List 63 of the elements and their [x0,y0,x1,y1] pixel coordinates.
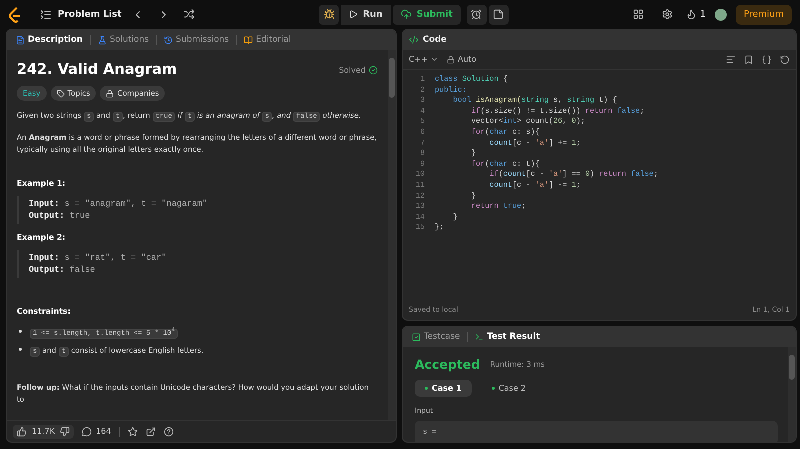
lock-icon [106,90,114,98]
case-tab[interactable]: Case 1 [415,380,472,397]
bookmark-icon[interactable] [744,54,754,64]
streak-count: 1 [700,10,706,20]
panel-tab[interactable]: Editorial [241,35,294,45]
flame-icon [686,9,698,20]
panel-tab[interactable]: Solutions [94,35,152,45]
star-icon[interactable] [128,426,138,436]
solved-label: Solved [339,66,366,74]
comment-icon [82,426,92,436]
example-input-text: Input: s = "anagram", t = "nagaram" [29,198,208,210]
comment-count: 164 [96,427,112,436]
reset-icon[interactable] [780,54,790,64]
braces-icon[interactable] [762,54,772,64]
language-select[interactable]: C++ [409,55,428,64]
result-tab[interactable]: Testcase [409,332,464,342]
cloud-upload-icon [400,9,412,20]
code-panel-title: Code [423,35,447,45]
book-icon [244,36,254,44]
settings-icon [662,9,673,20]
document-icon [16,36,25,44]
run-button[interactable]: Run [341,4,391,24]
share-icon[interactable] [146,426,156,436]
grid-icon [632,9,644,20]
history-icon [164,36,174,44]
code-icon [409,35,419,45]
example-output-text: Output: false [29,264,96,276]
checkbox-icon [412,332,421,342]
submit-button[interactable]: Submit [392,4,461,24]
list-icon [40,8,52,20]
shuffle-icon [184,9,196,20]
alarm-button[interactable] [466,4,487,24]
avatar[interactable] [714,8,727,20]
bug-icon [324,9,335,20]
problem-list-link[interactable]: Problem List [58,10,122,20]
lock-icon [447,56,455,64]
chevron-icon [430,55,439,64]
example-input-text: Input: s = "rat", t = "car" [29,252,167,264]
result-tab[interactable]: Test Result [472,332,544,342]
flask-icon [98,36,107,44]
dislike-icon[interactable] [60,426,70,436]
like-count: 11.7K [32,427,56,436]
panel-tab[interactable]: Description [13,35,86,45]
problem-title: 242. Valid Anagram [17,62,178,78]
case-tab[interactable]: Case 2 [482,380,536,397]
scrollbar-thumb[interactable] [389,58,395,98]
terminal-icon [475,332,484,342]
note-icon [493,9,504,20]
panel-tab[interactable]: Submissions [161,35,232,45]
verdict-label: Accepted [415,357,480,372]
premium-button[interactable]: Premium [736,4,792,24]
logo-icon[interactable] [8,6,22,22]
tag-icon [56,90,65,98]
note-button[interactable] [488,4,509,24]
debug-button[interactable] [319,4,340,24]
example-output-text: Output: true [29,210,90,222]
mode-label: Auto [458,55,477,64]
format-icon[interactable] [726,54,736,64]
like-icon[interactable] [17,426,27,436]
play-icon [349,10,358,19]
help-icon[interactable] [164,426,174,436]
alarm-clock-icon [471,9,482,20]
scrollbar-thumb[interactable] [789,355,795,380]
